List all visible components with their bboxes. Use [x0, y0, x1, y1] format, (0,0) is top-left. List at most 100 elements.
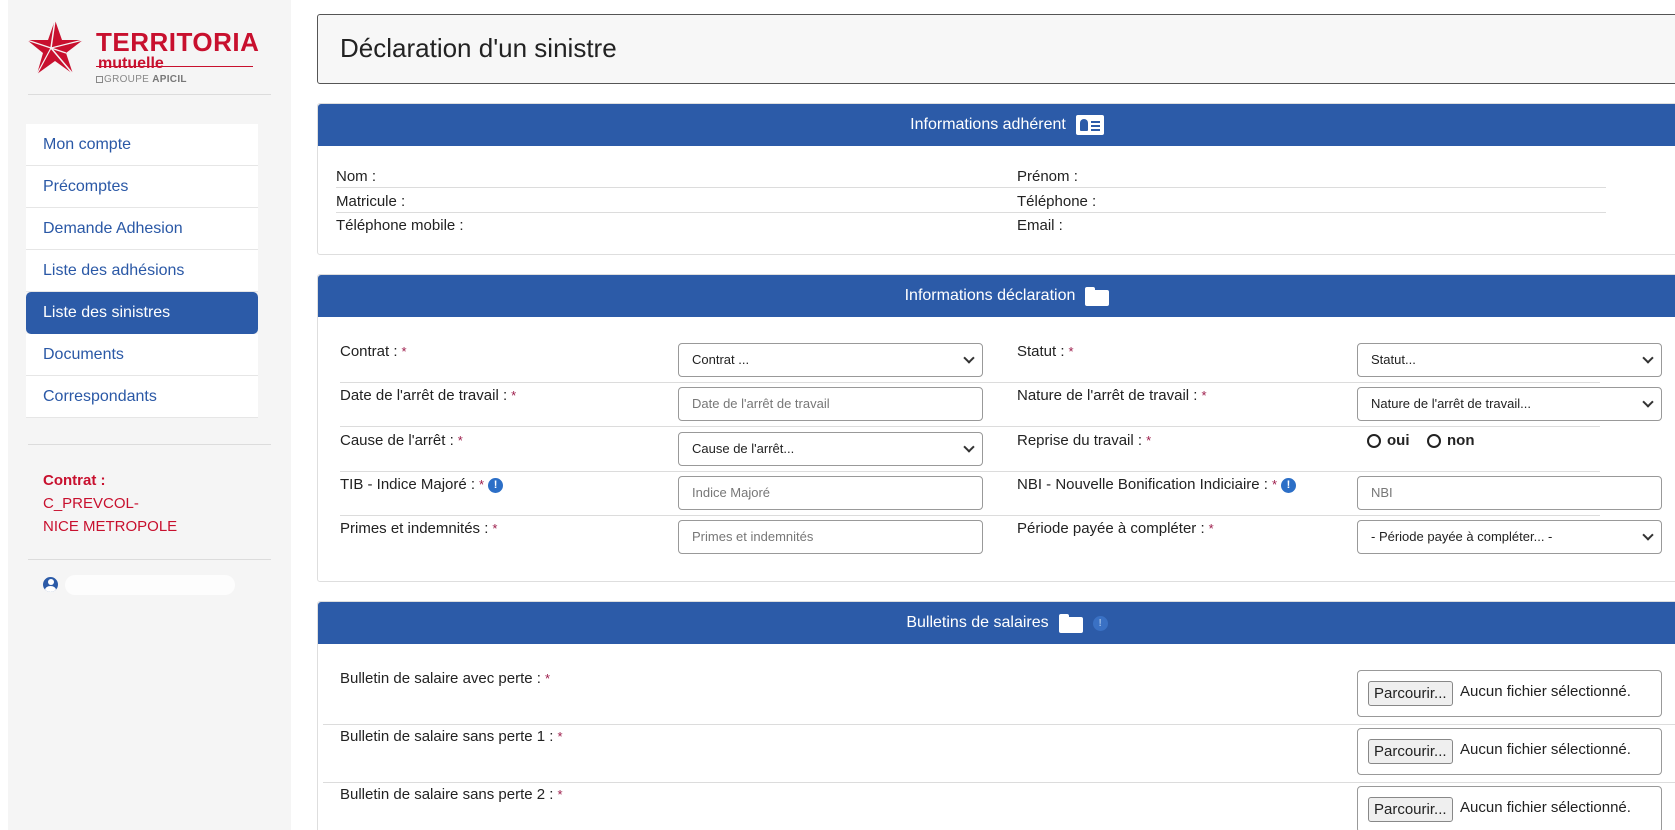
id-card-icon: [1075, 115, 1104, 135]
cause-arret-label-text: Cause de l'arrêt :: [340, 432, 454, 449]
info-icon[interactable]: !: [1092, 615, 1108, 631]
info-icon[interactable]: !: [488, 478, 504, 493]
primes-label-text: Primes et indemnités :: [340, 520, 489, 537]
folder-icon: [1058, 613, 1083, 633]
sidebar-item-precomptes[interactable]: Précomptes: [26, 166, 258, 208]
contrat-select[interactable]: Contrat ...: [678, 343, 983, 377]
user-info[interactable]: [43, 574, 253, 596]
file-status: Aucun fichier sélectionné.: [1460, 683, 1631, 700]
contrat-label-text: Contrat :: [340, 343, 398, 360]
browse-button[interactable]: Parcourir...: [1368, 739, 1453, 764]
required-mark: *: [1208, 521, 1214, 536]
bulletin-sans-perte-1-label-text: Bulletin de salaire sans perte 1 :: [340, 728, 554, 745]
sidebar: TERRITORIA mutuelle GROUPE APICIL Mon co…: [8, 0, 291, 830]
primes-input[interactable]: Primes et indemnités: [678, 520, 983, 554]
required-mark: *: [1068, 344, 1074, 359]
logo-group: GROUPE APICIL: [104, 74, 187, 85]
tib-input[interactable]: Indice Majoré: [678, 476, 983, 510]
reprise-non-radio[interactable]: non: [1427, 432, 1475, 449]
required-mark: *: [401, 344, 407, 359]
required-mark: *: [511, 388, 517, 403]
prenom-label: Prénom :: [1017, 168, 1078, 185]
group-square-icon: [96, 76, 103, 83]
sidebar-item-demande-adhesion[interactable]: Demande Adhesion: [26, 208, 258, 250]
radio-circle-icon: [1367, 433, 1381, 448]
date-arret-input[interactable]: Date de l'arrêt de travail: [678, 387, 983, 421]
cause-arret-select[interactable]: Cause de l'arrêt...: [678, 432, 983, 466]
email-label: Email :: [1017, 217, 1063, 234]
required-mark: *: [457, 433, 463, 448]
row-divider: [340, 471, 1600, 472]
date-arret-label: Date de l'arrêt de travail : *: [340, 387, 516, 404]
statut-label-text: Statut :: [1017, 343, 1065, 360]
adherent-panel-header: Informations adhérent: [318, 104, 1675, 146]
territoria-logo[interactable]: TERRITORIA mutuelle GROUPE APICIL: [26, 18, 260, 88]
nbi-input[interactable]: NBI: [1357, 476, 1662, 510]
nature-arret-select[interactable]: Nature de l'arrêt de travail...: [1357, 387, 1662, 421]
tib-label: TIB - Indice Majoré : *!: [340, 476, 504, 493]
info-icon[interactable]: !: [1281, 478, 1297, 493]
chevron-down-icon: [1642, 352, 1654, 364]
statut-select-value: Statut...: [1371, 352, 1416, 367]
chevron-down-icon: [1642, 396, 1654, 408]
adherent-panel: Informations adhérent Nom : Prénom : Mat…: [317, 103, 1675, 255]
required-mark: *: [544, 671, 551, 686]
row-divider: [340, 426, 1600, 427]
nature-arret-label-text: Nature de l'arrêt de travail :: [1017, 387, 1198, 404]
logo-rule: [96, 66, 253, 67]
browse-button[interactable]: Parcourir...: [1368, 797, 1453, 822]
sidebar-item-liste-adhesions[interactable]: Liste des adhésions: [26, 250, 258, 292]
nom-label: Nom :: [336, 168, 377, 185]
declaration-panel: Informations déclaration Contrat : * Cont…: [317, 274, 1675, 582]
reprise-non-label: non: [1447, 432, 1475, 449]
cause-arret-label: Cause de l'arrêt : *: [340, 432, 463, 449]
declaration-panel-header: Informations déclaration: [318, 275, 1675, 317]
logo-group-name: APICIL: [152, 74, 187, 85]
main-content: Déclaration d'un sinistre Informations a…: [317, 0, 1675, 830]
nbi-label-text: NBI - Nouvelle Bonification Indiciaire :: [1017, 476, 1268, 493]
logo-brand: TERRITORIA: [96, 27, 260, 57]
bulletin-avec-perte-label-text: Bulletin de salaire avec perte :: [340, 670, 541, 687]
bulletin-sans-perte-2-label-text: Bulletin de salaire sans perte 2 :: [340, 786, 554, 803]
chevron-down-icon: [1642, 529, 1654, 541]
required-mark: *: [492, 521, 498, 536]
required-mark: *: [1271, 477, 1278, 492]
sidebar-item-correspondants[interactable]: Correspondants: [26, 376, 258, 418]
page-title-box: Déclaration d'un sinistre: [317, 14, 1675, 84]
nature-arret-select-value: Nature de l'arrêt de travail...: [1371, 396, 1531, 411]
sidebar-divider: [28, 444, 271, 445]
reprise-oui-radio[interactable]: oui: [1367, 432, 1410, 449]
required-mark: *: [557, 729, 563, 744]
browse-button[interactable]: Parcourir...: [1368, 681, 1453, 706]
bulletin-sans-perte-1-label: Bulletin de salaire sans perte 1 : *: [340, 728, 563, 745]
statut-select[interactable]: Statut...: [1357, 343, 1662, 377]
reprise-label: Reprise du travail : *: [1017, 432, 1151, 449]
sidebar-divider: [28, 94, 271, 95]
bulletin-avec-perte-file-input[interactable]: Parcourir... Aucun fichier sélectionné.: [1357, 670, 1662, 717]
logo-group-prefix: GROUPE: [104, 74, 150, 85]
user-name-redacted: [65, 575, 235, 595]
row-divider: [336, 187, 1606, 188]
matricule-label: Matricule :: [336, 193, 406, 210]
row-divider: [340, 382, 1600, 383]
sidebar-item-documents[interactable]: Documents: [26, 334, 258, 376]
sidebar-item-liste-sinistres[interactable]: Liste des sinistres: [26, 292, 258, 334]
sidebar-divider: [28, 559, 271, 560]
file-status: Aucun fichier sélectionné.: [1460, 799, 1631, 816]
required-mark: *: [1201, 388, 1207, 403]
contract-code: C_PREVCOL-: [43, 495, 139, 512]
reprise-oui-label: oui: [1387, 432, 1410, 449]
contract-name: NICE METROPOLE: [43, 518, 178, 535]
page-title: Déclaration d'un sinistre: [340, 33, 617, 63]
periode-select[interactable]: - Période payée à compléter... -: [1357, 520, 1662, 554]
cause-arret-select-value: Cause de l'arrêt...: [692, 441, 795, 456]
date-arret-label-text: Date de l'arrêt de travail :: [340, 387, 508, 404]
sidebar-menu: Mon compte Précomptes Demande Adhesion L…: [26, 124, 258, 418]
chevron-down-icon: [963, 441, 975, 453]
bulletin-sans-perte-2-file-input[interactable]: Parcourir... Aucun fichier sélectionné.: [1357, 786, 1662, 830]
bulletins-panel-title: Bulletins de salaires: [906, 614, 1049, 631]
bulletin-avec-perte-label: Bulletin de salaire avec perte : *: [340, 670, 550, 687]
sidebar-item-mon-compte[interactable]: Mon compte: [26, 124, 258, 166]
bulletin-sans-perte-1-file-input[interactable]: Parcourir... Aucun fichier sélectionné.: [1357, 728, 1662, 775]
user-circle-icon: [43, 577, 58, 592]
